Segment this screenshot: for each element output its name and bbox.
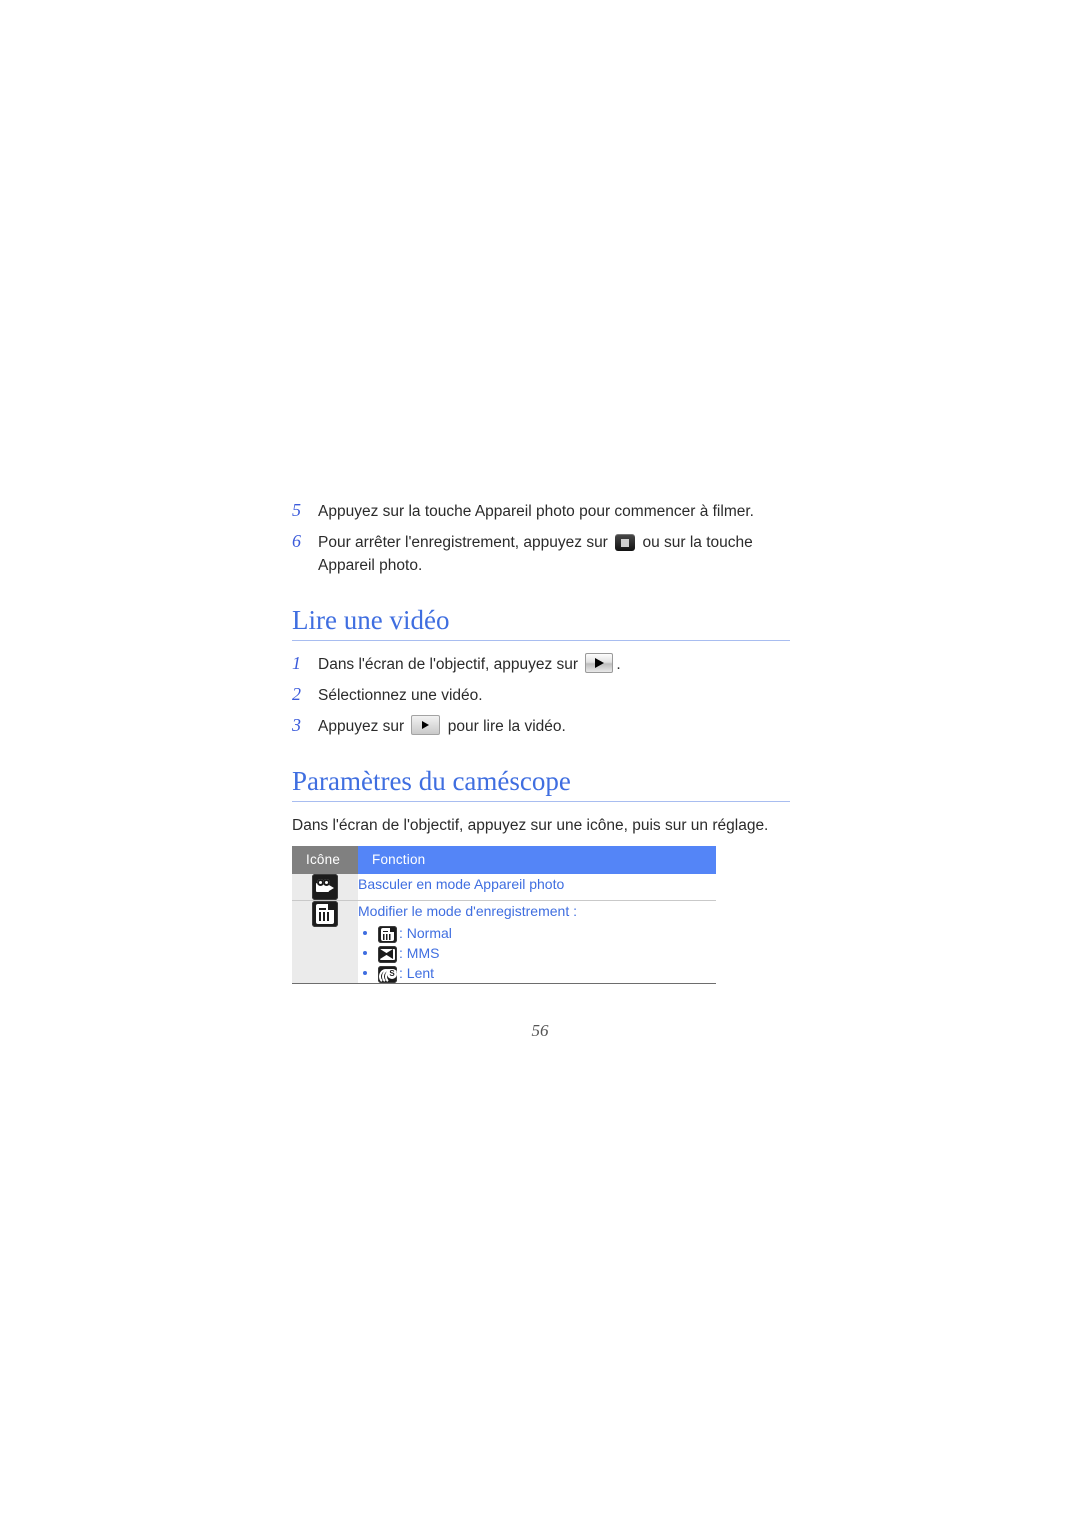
settings-table: Icône Fonction Basculer en mode Appareil…: [292, 846, 716, 984]
page-number: 56: [531, 1021, 549, 1040]
table-cell-function: Modifier le mode d'enregistrement :: No…: [358, 900, 716, 984]
step-text-after: pour lire la vidéo.: [443, 718, 566, 735]
step-text: Dans l'écran de l'objectif, appuyez sur: [318, 656, 583, 673]
column-header-fonction: Fonction: [358, 846, 716, 874]
steps-list-video: 1 Dans l'écran de l'objectif, appuyez sur…: [292, 653, 792, 738]
step-text: Pour arrêter l'enregistrement, appuyez s…: [318, 534, 613, 551]
play-button-small-icon: [411, 715, 441, 735]
table-cell-function: Basculer en mode Appareil photo: [358, 874, 716, 901]
step-text: Appuyez sur: [318, 718, 409, 735]
step-number: 2: [292, 684, 301, 704]
step-number: 1: [292, 653, 301, 673]
option-label: : MMS: [399, 945, 440, 961]
page-content: 5 Appuyez sur la touche Appareil photo p…: [292, 500, 792, 984]
list-item: 5 Appuyez sur la touche Appareil photo p…: [292, 500, 792, 523]
steps-list-continued: 5 Appuyez sur la touche Appareil photo p…: [292, 500, 792, 577]
table-cell-icon: [292, 900, 358, 984]
function-description: Modifier le mode d'enregistrement :: [358, 903, 577, 919]
section-lire-une-video: Lire une vidéo 1 Dans l'écran de l'object…: [292, 603, 792, 738]
list-item: 1 Dans l'écran de l'objectif, appuyez sur…: [292, 653, 792, 676]
recording-mode-icon: [312, 901, 338, 927]
recording-normal-icon: [378, 925, 397, 943]
camcorder-icon: [312, 874, 338, 900]
column-header-icone: Icône: [292, 846, 358, 874]
step-number: 6: [292, 531, 301, 551]
section-heading: Lire une vidéo: [292, 605, 450, 635]
heading-rule: [292, 640, 790, 641]
list-item: : MMS: [358, 943, 716, 963]
slow-motion-icon: S: [378, 965, 399, 984]
option-label: : Normal: [399, 925, 452, 941]
section-heading: Paramètres du caméscope: [292, 766, 571, 796]
function-option-list: : Normal : MMS S: Lent: [358, 923, 716, 984]
section-intro-text: Dans l'écran de l'objectif, appuyez sur …: [292, 817, 769, 834]
table-row: Modifier le mode d'enregistrement :: No…: [292, 900, 716, 984]
list-item: 3 Appuyez sur pour lire la vidéo.: [292, 715, 792, 738]
table-header-row: Icône Fonction: [292, 846, 716, 874]
list-item: : Normal: [358, 923, 716, 943]
list-item: 2 Sélectionnez une vidéo.: [292, 684, 792, 707]
step-text-after: .: [616, 656, 621, 673]
table-cell-icon: [292, 874, 358, 901]
document-page: 5 Appuyez sur la touche Appareil photo p…: [0, 0, 1080, 1527]
table-row: Basculer en mode Appareil photo: [292, 874, 716, 901]
step-number: 3: [292, 715, 301, 735]
play-button-large-icon: [585, 653, 614, 673]
list-item: 6 Pour arrêter l'enregistrement, appuyez …: [292, 531, 792, 577]
option-label: : Lent: [399, 965, 435, 981]
list-item: S : Lent: [358, 963, 716, 984]
step-number: 5: [292, 500, 301, 520]
step-text: Sélectionnez une vidéo.: [318, 687, 483, 704]
step-text: Appuyez sur la touche Appareil photo pou…: [318, 503, 754, 520]
mms-envelope-icon: [378, 945, 397, 963]
function-description: Basculer en mode Appareil photo: [358, 876, 565, 892]
section-parametres-camescope: Paramètres du caméscope Dans l'écran de …: [292, 764, 792, 984]
stop-button-icon: [615, 534, 636, 551]
heading-rule: [292, 801, 790, 802]
